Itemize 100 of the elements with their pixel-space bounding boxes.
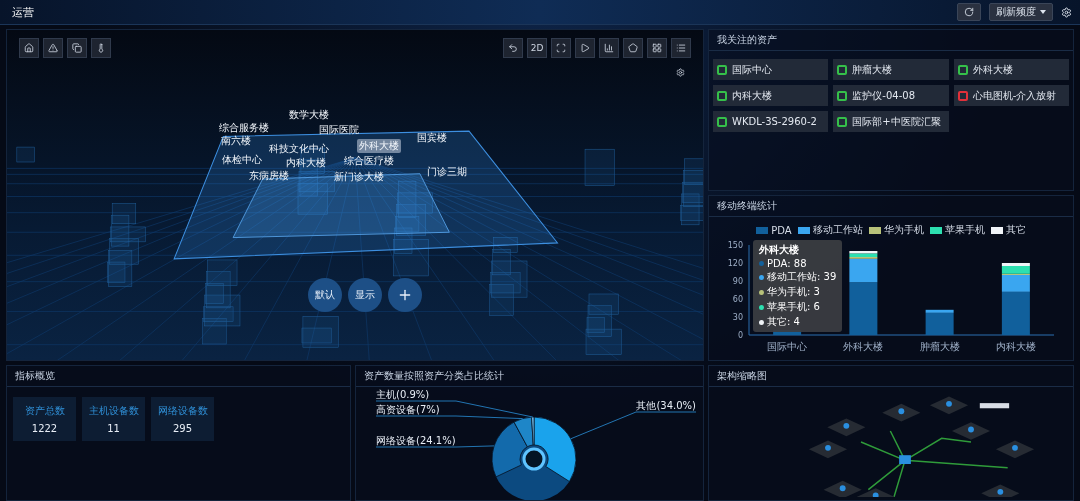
asset-name: 监护仪-04-08 bbox=[852, 88, 915, 103]
caret-icon bbox=[1040, 10, 1046, 14]
copy-icon bbox=[72, 43, 82, 53]
tooltip-row: PDA: 88 bbox=[767, 258, 807, 269]
thermometer-icon bbox=[96, 43, 106, 53]
undo-button[interactable] bbox=[503, 38, 523, 58]
building-label[interactable]: 东病房楼 bbox=[247, 169, 291, 183]
building-label[interactable]: 数学大楼 bbox=[287, 108, 331, 122]
y-tick-label: 90 bbox=[732, 277, 743, 286]
legend-item[interactable]: 其它 bbox=[990, 223, 1026, 237]
play-button[interactable] bbox=[575, 38, 595, 58]
building-label[interactable]: 南六楼 bbox=[219, 134, 253, 148]
y-tick-label: 30 bbox=[732, 313, 743, 322]
asset-name: WKDL-3S-2960-2 bbox=[732, 116, 817, 127]
tooltip-row: 移动工作站: 39 bbox=[767, 270, 837, 284]
asset-item[interactable]: 外科大楼 bbox=[953, 59, 1069, 80]
asset-name: 肿瘤大楼 bbox=[852, 62, 893, 77]
page-title: 运营 bbox=[12, 4, 35, 20]
scene-mode-button[interactable]: 显示 bbox=[348, 278, 382, 312]
legend-swatch bbox=[868, 226, 881, 234]
legend-item[interactable]: PDA bbox=[756, 223, 792, 237]
asset-item[interactable]: 国际部+中医院汇聚 bbox=[833, 111, 949, 132]
panel-title: 架构缩略图 bbox=[717, 369, 767, 383]
asset-item[interactable]: WKDL-3S-2960-2 bbox=[713, 111, 829, 132]
panel-title: 资产数量按照资产分类占比统计 bbox=[364, 369, 504, 383]
donut-center bbox=[522, 447, 546, 471]
building-label[interactable]: 综合医疗楼 bbox=[342, 154, 396, 168]
asset-item[interactable]: 监护仪-04-08 bbox=[833, 85, 949, 106]
home-button[interactable] bbox=[19, 38, 39, 58]
refresh-button[interactable] bbox=[957, 3, 981, 21]
refresh-rate-dropdown[interactable]: 刷新频度 bbox=[989, 3, 1053, 21]
legend-label: 移动工作站 bbox=[812, 223, 863, 237]
grid-button[interactable] bbox=[647, 38, 667, 58]
settings-icon[interactable] bbox=[1061, 6, 1072, 18]
asset-name: 国际部+中医院汇聚 bbox=[852, 114, 941, 129]
add-button[interactable] bbox=[388, 278, 422, 312]
asset-item[interactable]: 国际中心 bbox=[713, 59, 829, 80]
asset-name: 心电图机-介入放射 bbox=[972, 88, 1057, 103]
plus-icon bbox=[397, 287, 413, 303]
x-tick-label: 内科大楼 bbox=[995, 341, 1036, 352]
legend-item[interactable]: 华为手机 bbox=[868, 223, 924, 237]
legend-item[interactable]: 移动工作站 bbox=[797, 223, 863, 237]
building-label[interactable]: 内科大楼 bbox=[284, 156, 328, 170]
legend-label: PDA bbox=[771, 224, 792, 236]
y-tick-label: 60 bbox=[732, 295, 743, 304]
legend-label: 华为手机 bbox=[883, 223, 924, 237]
bar-chart-icon bbox=[604, 43, 614, 53]
asset-item[interactable]: 心电图机-介入放射 bbox=[953, 85, 1069, 106]
tooltip-row: 华为手机: 3 bbox=[767, 285, 820, 299]
building-label[interactable]: 综合服务楼 bbox=[217, 121, 271, 135]
legend-swatch bbox=[929, 226, 942, 234]
x-tick-label: 外科大楼 bbox=[843, 341, 884, 352]
stat-label: 主机设备数 bbox=[88, 404, 139, 418]
pentagon-button[interactable] bbox=[623, 38, 643, 58]
warning-button[interactable] bbox=[43, 38, 63, 58]
copy-button[interactable] bbox=[67, 38, 87, 58]
building-label[interactable]: 新门诊大楼 bbox=[332, 170, 386, 184]
asset-name: 内科大楼 bbox=[732, 88, 772, 103]
asset-name: 国际中心 bbox=[732, 62, 772, 77]
asset-item[interactable]: 肿瘤大楼 bbox=[833, 59, 949, 80]
bar-chart-button[interactable] bbox=[599, 38, 619, 58]
x-tick-label: 国际中心 bbox=[767, 341, 808, 352]
building-label[interactable]: 外科大楼 bbox=[357, 139, 401, 153]
grid-icon bbox=[652, 43, 662, 53]
undo-icon bbox=[508, 43, 518, 53]
building-label[interactable]: 国际医院 bbox=[317, 123, 361, 137]
legend-label: 其它 bbox=[1005, 223, 1026, 237]
legend-label: 苹果手机 bbox=[944, 223, 985, 237]
slice-label: 其他(34.0%) bbox=[636, 400, 696, 411]
building-label[interactable]: 体检中心 bbox=[220, 153, 264, 167]
stat-label: 资产总数 bbox=[24, 404, 65, 418]
legend-swatch bbox=[756, 226, 769, 234]
legend-swatch bbox=[990, 226, 1003, 234]
legend-item[interactable]: 苹果手机 bbox=[929, 223, 985, 237]
focus-icon bbox=[556, 43, 566, 53]
list-icon bbox=[676, 43, 686, 53]
list-button[interactable] bbox=[671, 38, 691, 58]
view-mode-button[interactable]: 2D bbox=[527, 38, 547, 58]
stat-value: 1222 bbox=[31, 423, 58, 434]
building-label[interactable]: 国宾楼 bbox=[415, 131, 449, 145]
pentagon-icon bbox=[628, 43, 638, 53]
thermometer-button[interactable] bbox=[91, 38, 111, 58]
scene-mode-button[interactable]: 默认 bbox=[308, 278, 342, 312]
building-label[interactable]: 科技文化中心 bbox=[267, 142, 331, 156]
home-icon bbox=[24, 43, 34, 53]
focus-button[interactable] bbox=[551, 38, 571, 58]
building-label[interactable]: 门诊三期 bbox=[425, 165, 469, 179]
slice-label: 高资设备(7%) bbox=[376, 404, 440, 415]
tooltip-row: 苹果手机: 6 bbox=[767, 300, 820, 314]
refresh-icon bbox=[964, 7, 974, 17]
x-tick-label: 肿瘤大楼 bbox=[919, 341, 960, 352]
legend-swatch bbox=[797, 226, 810, 234]
y-tick-label: 120 bbox=[727, 259, 743, 268]
slice-label: 主机(0.9%) bbox=[376, 389, 430, 400]
warning-icon bbox=[48, 43, 58, 53]
settings-icon[interactable] bbox=[676, 68, 685, 77]
panel-title: 移动终端统计 bbox=[717, 199, 777, 213]
y-tick-label: 0 bbox=[737, 331, 743, 340]
stat-label: 网络设备数 bbox=[157, 404, 208, 418]
asset-item[interactable]: 内科大楼 bbox=[713, 85, 829, 106]
